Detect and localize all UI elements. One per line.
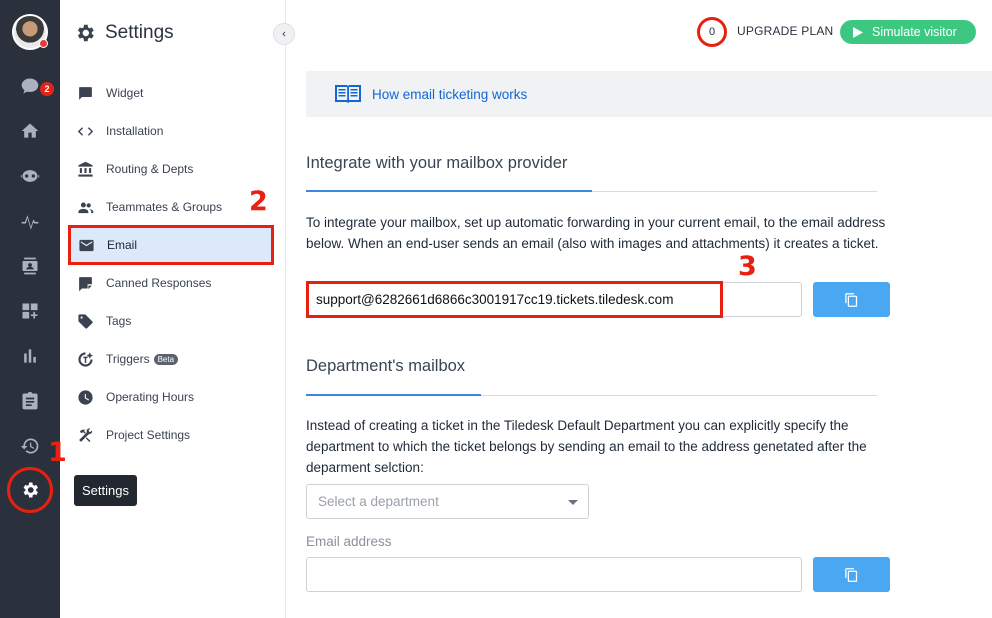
sidebar-item-label: Email xyxy=(107,238,138,252)
rail-analytics[interactable] xyxy=(0,336,60,376)
email-address-label: Email address xyxy=(306,534,392,549)
rail-activity[interactable] xyxy=(0,201,60,241)
rail-bots[interactable] xyxy=(0,156,60,196)
contacts-icon xyxy=(22,257,38,275)
rail-home[interactable] xyxy=(0,111,60,151)
sidebar-item-label: Routing & Depts xyxy=(106,162,194,176)
sidebar-item-label: Triggers xyxy=(106,352,150,366)
beta-badge: Beta xyxy=(153,353,179,365)
trigger-icon xyxy=(78,351,93,367)
sidebar-item-routing[interactable]: Routing & Depts xyxy=(70,151,274,187)
apps-icon xyxy=(22,303,38,319)
rail-settings[interactable] xyxy=(7,467,53,513)
caret-down-icon xyxy=(568,500,578,505)
people-icon xyxy=(78,202,94,213)
left-rail: 2 xyxy=(0,0,60,618)
gear-icon xyxy=(77,24,94,42)
sidebar-item-label: Installation xyxy=(106,124,164,138)
sidebar-item-email[interactable]: Email xyxy=(68,225,274,265)
clock-icon xyxy=(78,389,93,405)
sidebar-item-label: Widget xyxy=(106,86,144,100)
chevron-left-icon xyxy=(282,31,286,37)
book-icon xyxy=(335,85,361,104)
sidebar-item-label: Tags xyxy=(106,314,132,328)
department-select-placeholder: Select a department xyxy=(318,494,439,509)
canned-icon xyxy=(79,276,92,291)
status-dot xyxy=(39,39,48,48)
integrate-description: To integrate your mailbox, set up automa… xyxy=(306,215,886,251)
section-title-integrate: Integrate with your mailbox provider xyxy=(306,154,568,172)
sidebar-item-tags[interactable]: Tags xyxy=(70,303,274,339)
tag-icon xyxy=(78,313,93,329)
sidebar-item-installation[interactable]: Installation xyxy=(70,113,274,149)
section-divider xyxy=(306,394,877,396)
analytics-icon xyxy=(24,349,36,363)
bot-icon xyxy=(20,170,40,182)
department-description: Instead of creating a ticket in the Tile… xyxy=(306,418,867,475)
sidebar-item-operating-hours[interactable]: Operating Hours xyxy=(70,379,274,415)
home-icon xyxy=(21,123,39,138)
sidebar-item-teammates[interactable]: Teammates & Groups xyxy=(70,189,274,225)
sidebar-item-canned[interactable]: Canned Responses xyxy=(70,265,274,301)
main-content: How email ticketing works Integrate with… xyxy=(286,0,992,618)
settings-tooltip: Settings xyxy=(74,475,137,506)
tools-icon xyxy=(79,427,93,442)
clipboard-icon xyxy=(22,391,38,410)
code-icon xyxy=(77,126,94,136)
department-email-field[interactable] xyxy=(306,557,802,592)
chat-badge: 2 xyxy=(40,82,54,96)
mail-icon xyxy=(79,239,94,251)
sidebar-title: Settings xyxy=(105,22,174,43)
rail-apps[interactable] xyxy=(0,291,60,331)
annotation-1: 1 xyxy=(48,437,67,468)
copy-email-button[interactable] xyxy=(813,282,890,317)
history-icon xyxy=(20,438,39,454)
bank-icon xyxy=(78,161,93,177)
sidebar-item-triggers[interactable]: Triggers Beta xyxy=(70,341,274,377)
section-title-department: Department's mailbox xyxy=(306,357,466,375)
annotation-2: 2 xyxy=(249,186,268,217)
copy-department-email-button[interactable] xyxy=(813,557,890,592)
sidebar-item-widget[interactable]: Widget xyxy=(70,75,274,111)
how-email-ticketing-link[interactable]: How email ticketing works xyxy=(372,87,527,102)
sidebar-item-label: Canned Responses xyxy=(106,276,212,290)
sidebar-item-project-settings[interactable]: Project Settings xyxy=(70,417,274,453)
sidebar-header: Settings xyxy=(74,22,174,44)
widget-icon xyxy=(79,86,92,100)
rail-contacts[interactable] xyxy=(0,246,60,286)
rail-reports[interactable] xyxy=(0,381,60,421)
copy-icon xyxy=(845,567,858,582)
sidebar-item-label: Teammates & Groups xyxy=(106,200,223,214)
forwarding-email-value[interactable]: support@6282661d6866c3001917cc19.tickets… xyxy=(306,281,723,318)
settings-sidebar: Settings Widget Installation Routing & D… xyxy=(60,0,286,618)
chat-icon xyxy=(21,78,39,94)
info-bar: How email ticketing works xyxy=(306,71,992,117)
sidebar-item-label: Operating Hours xyxy=(106,390,195,404)
collapse-sidebar-button[interactable] xyxy=(273,23,295,45)
department-select[interactable]: Select a department xyxy=(306,484,589,519)
sidebar-item-label: Project Settings xyxy=(106,428,191,442)
section-divider xyxy=(306,190,877,192)
activity-icon xyxy=(21,215,39,230)
copy-icon xyxy=(845,292,858,307)
settings-icon xyxy=(23,482,38,498)
